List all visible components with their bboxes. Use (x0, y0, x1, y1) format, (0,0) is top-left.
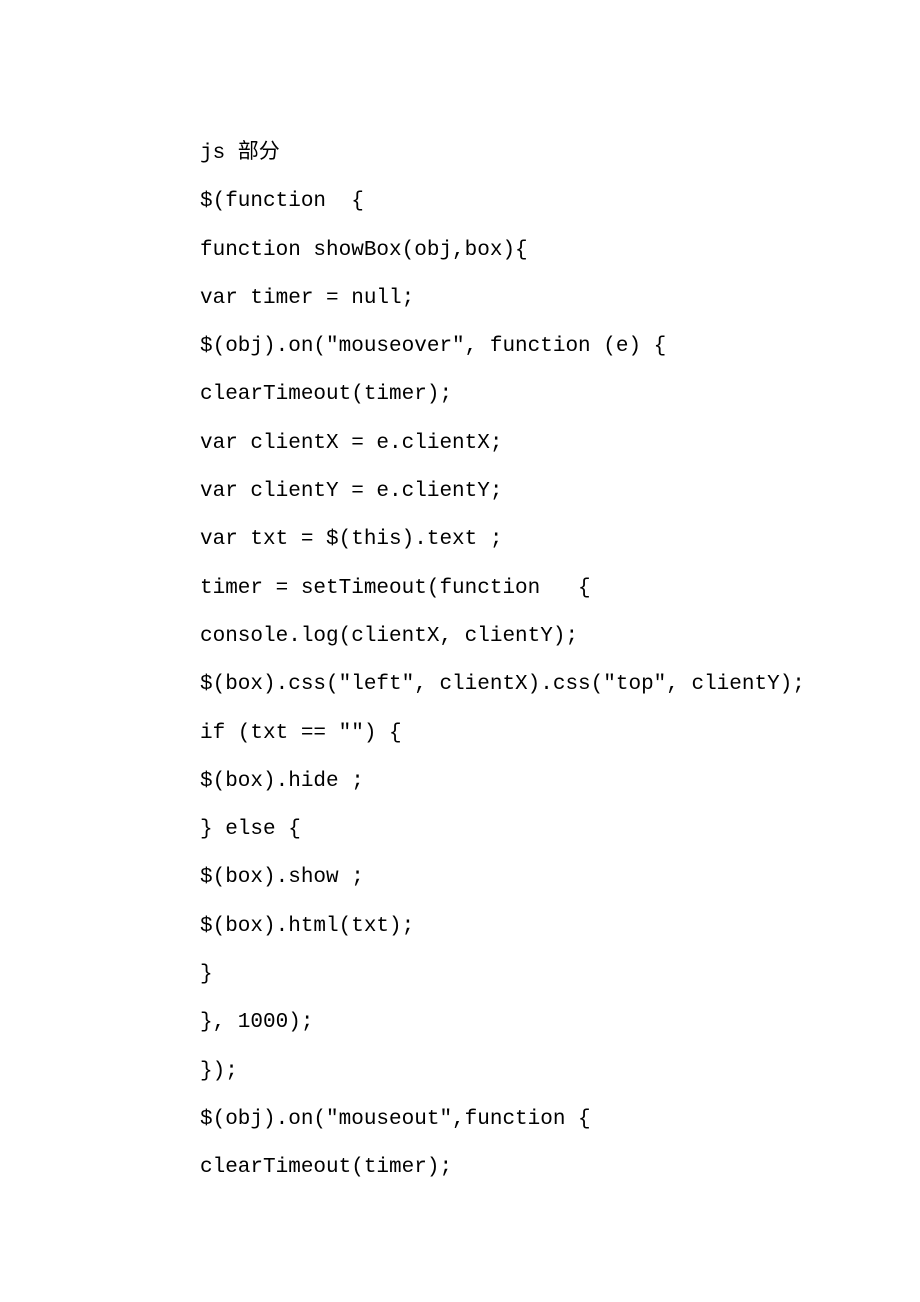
code-line: js 部分 (200, 130, 720, 178)
code-line: $(box).html(txt); (200, 903, 720, 951)
code-line: var timer = null; (200, 275, 720, 323)
code-line: clearTimeout(timer); (200, 371, 720, 419)
code-line: clearTimeout(timer); (200, 1144, 720, 1192)
code-line: $(box).hide ; (200, 758, 720, 806)
code-line: var clientY = e.clientY; (200, 468, 720, 516)
code-line: }, 1000); (200, 999, 720, 1047)
code-line: console.log(clientX, clientY); (200, 613, 720, 661)
code-line: $(obj).on("mouseout",function { (200, 1096, 720, 1144)
code-line: var clientX = e.clientX; (200, 420, 720, 468)
code-line: var txt = $(this).text ; (200, 516, 720, 564)
code-line: if (txt == "") { (200, 710, 720, 758)
code-line: function showBox(obj,box){ (200, 227, 720, 275)
code-line: } else { (200, 806, 720, 854)
code-line: $(function { (200, 178, 720, 226)
code-line: $(box).css("left", clientX).css("top", c… (200, 661, 720, 709)
code-line: $(box).show ; (200, 854, 720, 902)
code-line: }); (200, 1048, 720, 1096)
document-page: js 部分 $(function { function showBox(obj,… (0, 0, 920, 1293)
code-line: } (200, 951, 720, 999)
code-line: $(obj).on("mouseover", function (e) { (200, 323, 720, 371)
code-line: timer = setTimeout(function { (200, 565, 720, 613)
